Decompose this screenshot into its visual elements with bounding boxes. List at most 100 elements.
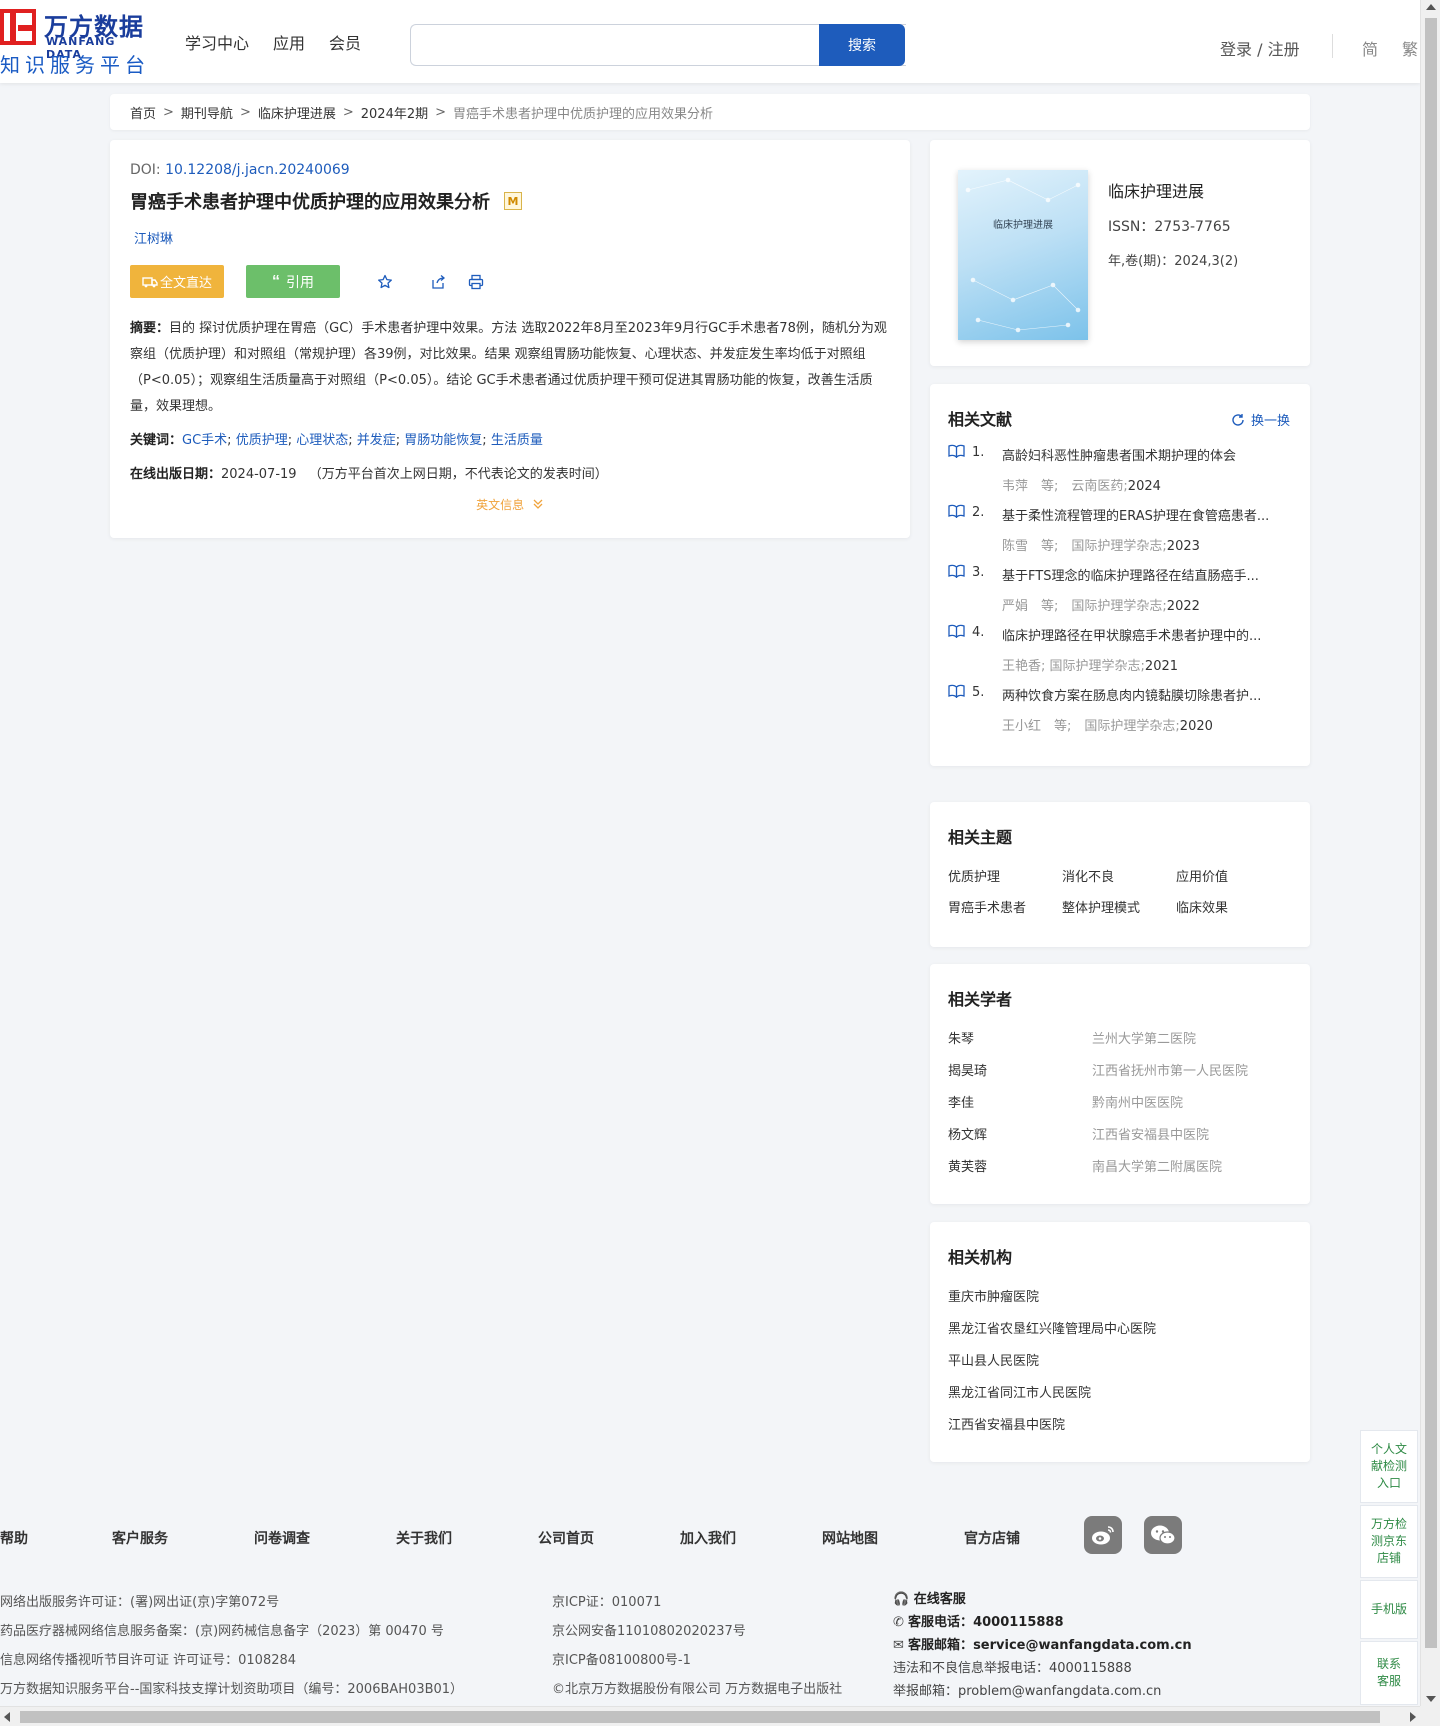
ref-year: 2023 <box>1166 539 1200 554</box>
footer-text[interactable]: 京ICP备08100800号-1 <box>552 1646 842 1675</box>
scroll-down-icon[interactable] <box>1426 1696 1436 1702</box>
scholar-org[interactable]: 江西省安福县中医院 <box>1092 1124 1209 1156</box>
keyword-link[interactable]: 心理状态 <box>296 433 348 448</box>
keyword-link[interactable]: 并发症 <box>357 433 396 448</box>
institution-link[interactable]: 黑龙江省同江市人民医院 <box>948 1382 1292 1414</box>
report-email[interactable]: 举报邮箱：problem@wanfangdata.com.cn <box>893 1680 1192 1703</box>
fulltext-label: 全文直达 <box>159 275 212 290</box>
float-personal-check[interactable]: 个人文献检测入口 <box>1360 1430 1418 1503</box>
breadcrumb-issue[interactable]: 2024年2期 <box>361 103 428 122</box>
footer-text[interactable]: 京公网安备11010802020237号 <box>552 1617 842 1646</box>
institution-link[interactable]: 重庆市肿瘤医院 <box>948 1286 1292 1318</box>
scholar-name-link[interactable]: 李佳 <box>948 1092 1092 1124</box>
lang-simplified[interactable]: 简 <box>1362 36 1378 60</box>
ref-title-link[interactable]: 临床护理路径在甲状腺癌手术患者护理中的... <box>1002 625 1292 644</box>
ref-meta: 王艳香; 国际护理学杂志;2021 <box>1002 655 1178 674</box>
footer-link-join[interactable]: 加入我们 <box>680 1528 736 1548</box>
table-row: 杨文辉 江西省安福县中医院 <box>948 1124 1292 1156</box>
horizontal-scroll-thumb[interactable] <box>20 1711 1380 1723</box>
login-register-link[interactable]: 登录 / 注册 <box>1220 36 1300 60</box>
topic-link[interactable]: 整体护理模式 <box>1062 897 1176 916</box>
topic-link[interactable]: 胃癌手术患者 <box>948 897 1062 916</box>
lang-traditional[interactable]: 繁 <box>1402 36 1418 60</box>
footer-link-about[interactable]: 关于我们 <box>396 1528 452 1548</box>
star-icon[interactable] <box>374 271 396 293</box>
footer-link-help[interactable]: 帮助 <box>0 1528 28 1548</box>
institution-link[interactable]: 平山县人民医院 <box>948 1350 1292 1382</box>
ref-year: 2024 <box>1127 479 1161 494</box>
m-badge-icon[interactable]: M <box>504 192 522 210</box>
weibo-icon[interactable] <box>1084 1516 1122 1554</box>
scholar-name-link[interactable]: 黄芙蓉 <box>948 1156 1092 1188</box>
share-icon[interactable] <box>427 271 449 293</box>
nav-member[interactable]: 会员 <box>329 30 361 54</box>
print-icon[interactable] <box>465 271 487 293</box>
ref-title-link[interactable]: 基于FTS理念的临床护理路径在结直肠癌手... <box>1002 565 1292 584</box>
footer-link-survey[interactable]: 问卷调查 <box>254 1528 310 1548</box>
keyword-link[interactable]: 生活质量 <box>491 433 543 448</box>
float-mobile[interactable]: 手机版 <box>1360 1580 1418 1639</box>
nav-learning-center[interactable]: 学习中心 <box>185 30 249 54</box>
fulltext-button[interactable]: 全文直达 <box>130 265 224 298</box>
journal-cover[interactable]: 临床护理进展 <box>958 170 1088 340</box>
scholar-org[interactable]: 兰州大学第二医院 <box>1092 1028 1196 1060</box>
scholar-org[interactable]: 南昌大学第二附属医院 <box>1092 1156 1222 1188</box>
english-info-toggle[interactable]: 英文信息 <box>130 496 890 513</box>
nav-apps[interactable]: 应用 <box>273 30 305 54</box>
ref-title-link[interactable]: 高龄妇科恶性肿瘤患者围术期护理的体会 <box>1002 445 1292 464</box>
scholar-org[interactable]: 黔南州中医医院 <box>1092 1092 1183 1124</box>
scholar-org[interactable]: 江西省抚州市第一人民医院 <box>1092 1060 1248 1092</box>
pubdate-label: 在线出版日期： <box>130 467 222 482</box>
list-item: 1. 高龄妇科恶性肿瘤患者围术期护理的体会 韦萍 等; 云南医药;2024 <box>948 444 1292 504</box>
book-icon <box>948 684 965 702</box>
footer-link-sitemap[interactable]: 网站地图 <box>822 1528 878 1548</box>
breadcrumb-home[interactable]: 首页 <box>130 103 156 122</box>
footer-text[interactable]: 京ICP证：010071 <box>552 1588 842 1617</box>
ref-title-link[interactable]: 基于柔性流程管理的ERAS护理在食管癌患者... <box>1002 505 1292 524</box>
related-topics-card: 相关主题 优质护理 消化不良 应用价值 胃癌手术患者 整体护理模式 临床效果 <box>930 802 1310 947</box>
ref-title-link[interactable]: 两种饮食方案在肠息肉内镜黏膜切除患者护... <box>1002 685 1292 704</box>
email-value[interactable]: service@wanfangdata.com.cn <box>973 1638 1192 1653</box>
footer-link-store[interactable]: 官方店铺 <box>964 1528 1020 1548</box>
cite-button[interactable]: “ 引用 <box>246 265 340 298</box>
journal-name-link[interactable]: 临床护理进展 <box>1108 178 1204 202</box>
breadcrumb-journal-nav[interactable]: 期刊导航 <box>181 103 233 122</box>
scroll-left-icon[interactable] <box>4 1712 10 1722</box>
publish-date: 在线出版日期：2024-07-19 （万方平台首次上网日期，不代表论文的发表时间… <box>130 462 890 488</box>
search-button[interactable]: 搜索 <box>819 24 905 66</box>
institution-link[interactable]: 江西省安福县中医院 <box>948 1414 1292 1446</box>
pubdate-note: （万方平台首次上网日期，不代表论文的发表时间） <box>308 467 608 482</box>
author-link[interactable]: 江树琳 <box>134 228 890 247</box>
footer-link-company[interactable]: 公司首页 <box>538 1528 594 1548</box>
vertical-scrollbar[interactable] <box>1420 0 1440 1706</box>
keyword-link[interactable]: 优质护理 <box>236 433 288 448</box>
horizontal-scrollbar[interactable] <box>0 1706 1420 1726</box>
pubdate-value: 2024-07-19 <box>221 467 297 482</box>
scholar-name-link[interactable]: 杨文辉 <box>948 1124 1092 1156</box>
keyword-link[interactable]: GC手术 <box>182 433 227 448</box>
ref-authors: 韦萍 等; <box>1002 479 1059 494</box>
scroll-right-icon[interactable] <box>1410 1712 1416 1722</box>
online-service-link[interactable]: 🎧 在线客服 <box>893 1588 1192 1611</box>
scholar-name-link[interactable]: 揭昊琦 <box>948 1060 1092 1092</box>
ref-meta: 韦萍 等; 云南医药;2024 <box>1002 475 1161 494</box>
topic-link[interactable]: 应用价值 <box>1176 866 1290 885</box>
headset-icon: 🎧 <box>893 1592 910 1607</box>
keyword-link[interactable]: 胃肠功能恢复 <box>404 433 482 448</box>
topic-link[interactable]: 消化不良 <box>1062 866 1176 885</box>
wechat-icon[interactable] <box>1144 1516 1182 1554</box>
footer-link-customer-service[interactable]: 客户服务 <box>112 1528 168 1548</box>
breadcrumb-journal[interactable]: 临床护理进展 <box>258 103 336 122</box>
scroll-up-icon[interactable] <box>1426 4 1436 10</box>
vertical-scroll-thumb[interactable] <box>1425 18 1437 1648</box>
topic-link[interactable]: 优质护理 <box>948 866 1062 885</box>
ref-number: 2. <box>972 505 985 520</box>
scholar-name-link[interactable]: 朱琴 <box>948 1028 1092 1060</box>
refresh-button[interactable]: 换一换 <box>1231 410 1290 429</box>
institution-link[interactable]: 黑龙江省农垦红兴隆管理局中心医院 <box>948 1318 1292 1350</box>
book-icon <box>948 504 965 522</box>
wanfang-logo[interactable]: 万方数据 WANFANG DATA 知识服务平台 <box>0 5 155 77</box>
topic-link[interactable]: 临床效果 <box>1176 897 1290 916</box>
doi-link[interactable]: 10.12208/j.jacn.20240069 <box>165 162 350 178</box>
float-contact-service[interactable]: 联系客服 <box>1360 1641 1418 1705</box>
